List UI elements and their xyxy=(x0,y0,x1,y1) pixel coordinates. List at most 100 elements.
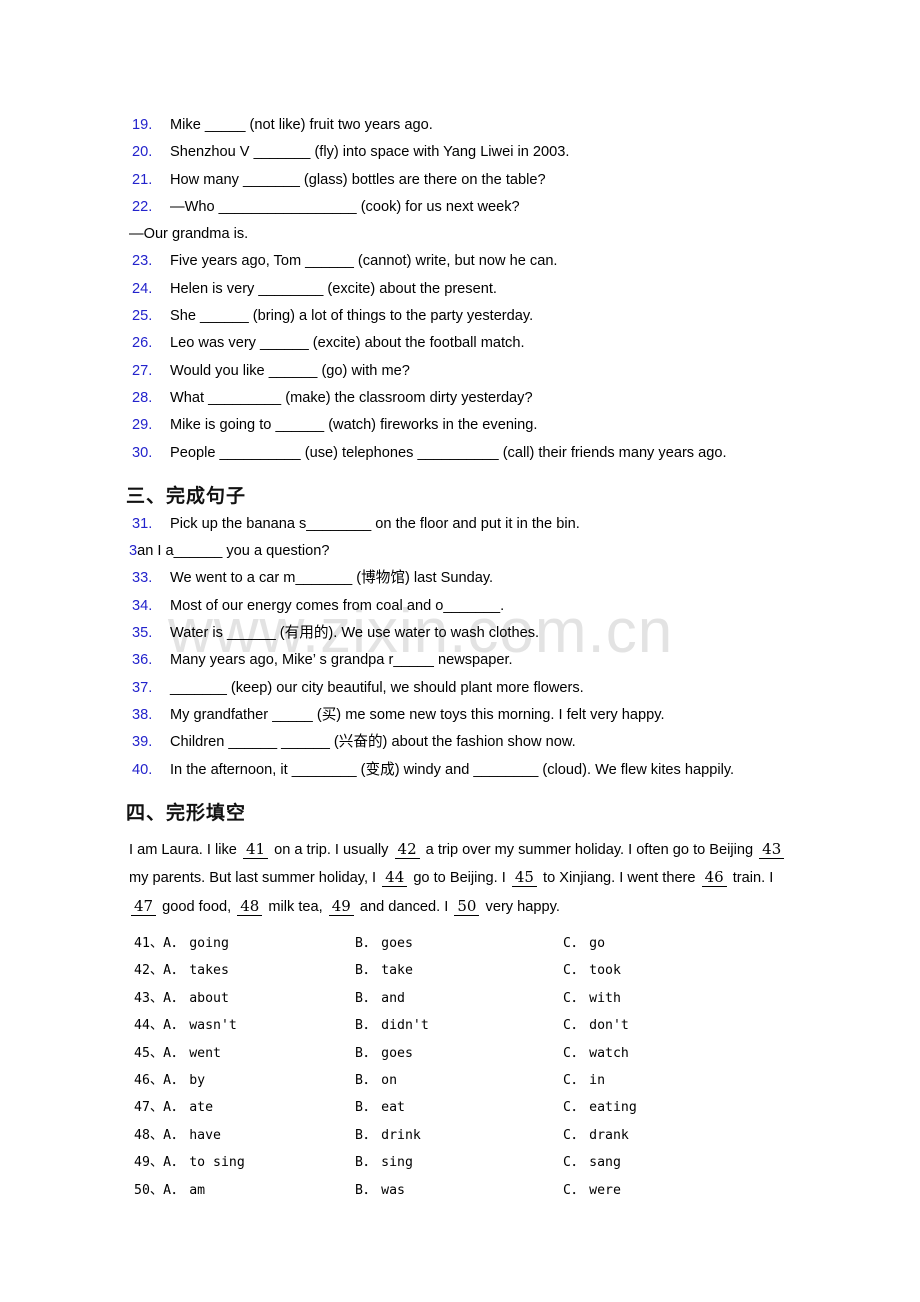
cloze-blank-44[interactable]: 44 xyxy=(382,868,408,888)
question-text: Five years ago, Tom ______ (cannot) writ… xyxy=(170,253,558,270)
option-choice-c[interactable]: C． go xyxy=(563,930,605,957)
question-number: 36. xyxy=(132,652,153,669)
cloze-blank-47[interactable]: 47 xyxy=(131,896,157,916)
option-choice-b[interactable]: B． was xyxy=(355,1177,405,1204)
cloze-blank-50[interactable]: 50 xyxy=(454,896,480,916)
question-row: 23. Five years ago, Tom ______ (cannot) … xyxy=(132,248,870,275)
question-number: 29. xyxy=(132,417,153,434)
question-text: —Who _________________ (cook) for us nex… xyxy=(170,198,520,215)
option-row: 49、A． to sing B． sing C． sang xyxy=(134,1149,834,1176)
option-choice-c[interactable]: C． eating xyxy=(563,1094,637,1121)
question-number: 37. xyxy=(132,679,153,696)
option-choice-c[interactable]: C． with xyxy=(563,985,621,1012)
cloze-blank-41[interactable]: 41 xyxy=(242,839,269,859)
option-choice-c[interactable]: C． in xyxy=(563,1067,605,1094)
option-row-number: 49、 xyxy=(134,1155,164,1171)
option-choice-b[interactable]: B． take xyxy=(355,957,413,984)
question-text: How many _______ (glass) bottles are the… xyxy=(170,171,546,188)
option-key-b: B． xyxy=(355,936,377,952)
question-row: 28. What _________ (make) the classroom … xyxy=(132,385,870,412)
option-choice-b[interactable]: B． eat xyxy=(355,1094,405,1121)
option-choice-c[interactable]: C． don't xyxy=(563,1012,629,1039)
option-choice-c[interactable]: C． sang xyxy=(563,1149,621,1176)
question-row: 37. _______ (keep) our city beautiful, w… xyxy=(132,675,870,702)
option-choice-b[interactable]: B． on xyxy=(355,1067,397,1094)
option-key-a: A． xyxy=(163,990,185,1006)
question-row: 20. Shenzhou V _______ (fly) into space … xyxy=(132,139,870,166)
question-text: Most of our energy comes from coal and o… xyxy=(170,597,505,614)
option-choice-b[interactable]: B． goes xyxy=(355,1040,413,1067)
question-number: 28. xyxy=(132,389,153,406)
option-row-number: 48、 xyxy=(134,1127,164,1143)
question-number: 21. xyxy=(132,171,153,188)
question-text: Mike is going to ______ (watch) firework… xyxy=(170,417,538,434)
option-choice-b[interactable]: B． drink xyxy=(355,1122,421,1149)
question-text: Pick up the banana s________ on the floo… xyxy=(170,515,580,532)
question-text: Many years ago, Mike’ s grandpa r_____ n… xyxy=(170,652,513,669)
option-row-number: 43、 xyxy=(134,990,164,1006)
option-row-number: 42、 xyxy=(134,963,164,979)
option-label-a: have xyxy=(189,1127,221,1143)
option-choice-a[interactable]: 49、A． to sing xyxy=(134,1149,245,1176)
cloze-blank-48[interactable]: 48 xyxy=(237,896,263,916)
option-label-a: am xyxy=(189,1182,206,1198)
option-label-a: ate xyxy=(189,1100,214,1116)
question-text: Would you like ______ (go) with me? xyxy=(170,362,410,379)
option-choice-a[interactable]: 46、A． by xyxy=(134,1067,205,1094)
option-choice-c[interactable]: C． watch xyxy=(563,1040,629,1067)
question-row: 31. Pick up the banana s________ on the … xyxy=(132,511,870,538)
option-label-c: took xyxy=(589,963,621,979)
option-choice-b[interactable]: B． goes xyxy=(355,930,413,957)
option-row-number: 46、 xyxy=(134,1073,164,1088)
option-choice-a[interactable]: 50、A． am xyxy=(134,1177,205,1204)
passage-text: to Xinjiang. I went there xyxy=(538,870,700,887)
option-key-a: A． xyxy=(163,963,185,979)
question-text: an I a______ you a question? xyxy=(137,543,330,560)
option-choice-b[interactable]: B． didn't xyxy=(355,1012,429,1039)
option-choice-a[interactable]: 41、A． going xyxy=(134,930,229,957)
option-choice-a[interactable]: 48、A． have xyxy=(134,1122,221,1149)
cloze-blank-43[interactable]: 43 xyxy=(759,839,785,859)
cloze-blank-42[interactable]: 42 xyxy=(394,839,420,859)
question-number: 23. xyxy=(132,253,153,270)
question-row: 34. Most of our energy comes from coal a… xyxy=(132,593,870,620)
option-label-c: sang xyxy=(589,1155,621,1171)
worksheet-content: 19. Mike _____ (not like) fruit two year… xyxy=(0,0,920,1204)
option-key-a: A． xyxy=(163,1127,185,1143)
cloze-blank-45[interactable]: 45 xyxy=(511,868,537,888)
option-key-c: C． xyxy=(563,963,585,979)
option-key-c: C． xyxy=(563,936,585,952)
option-choice-a[interactable]: 47、A． ate xyxy=(134,1094,213,1121)
option-choice-a[interactable]: 45、A． went xyxy=(134,1040,221,1067)
option-key-c: C． xyxy=(563,1155,585,1171)
question-text: Water is ______ (有用的). We use water to w… xyxy=(170,625,540,642)
option-choice-a[interactable]: 44、A． wasn't xyxy=(134,1012,237,1039)
cloze-blank-46[interactable]: 46 xyxy=(701,868,727,888)
option-key-a: A． xyxy=(163,936,185,952)
option-key-c: C． xyxy=(563,1100,585,1116)
option-key-b: B． xyxy=(355,1182,377,1198)
option-choice-a[interactable]: 42、A． takes xyxy=(134,957,229,984)
question-row-malformed: 3an I a______ you a question? xyxy=(129,538,829,565)
option-key-b: B． xyxy=(355,1073,377,1088)
question-row: 22. —Who _________________ (cook) for us… xyxy=(132,194,870,221)
option-choice-a[interactable]: 43、A． about xyxy=(134,985,229,1012)
option-label-c: watch xyxy=(589,1045,629,1061)
option-choice-c[interactable]: C． took xyxy=(563,957,621,984)
option-label-a: wasn't xyxy=(189,1018,237,1034)
option-key-a: A． xyxy=(163,1182,185,1198)
question-text: Helen is very ________ (excite) about th… xyxy=(170,280,497,297)
option-key-c: C． xyxy=(563,1127,585,1143)
option-label-a: going xyxy=(189,936,229,952)
question-row: 21. How many _______ (glass) bottles are… xyxy=(132,167,870,194)
option-choice-b[interactable]: B． and xyxy=(355,985,405,1012)
option-choice-c[interactable]: C． drank xyxy=(563,1122,629,1149)
option-row: 50、A． am B． was C． were xyxy=(134,1177,834,1204)
option-label-c: eating xyxy=(589,1100,637,1116)
option-label-b: was xyxy=(381,1182,405,1198)
option-label-b: take xyxy=(381,963,413,979)
cloze-blank-49[interactable]: 49 xyxy=(328,896,354,916)
option-choice-c[interactable]: C． were xyxy=(563,1177,621,1204)
passage-text: a trip over my summer holiday. I often g… xyxy=(421,841,758,858)
option-choice-b[interactable]: B． sing xyxy=(355,1149,413,1176)
